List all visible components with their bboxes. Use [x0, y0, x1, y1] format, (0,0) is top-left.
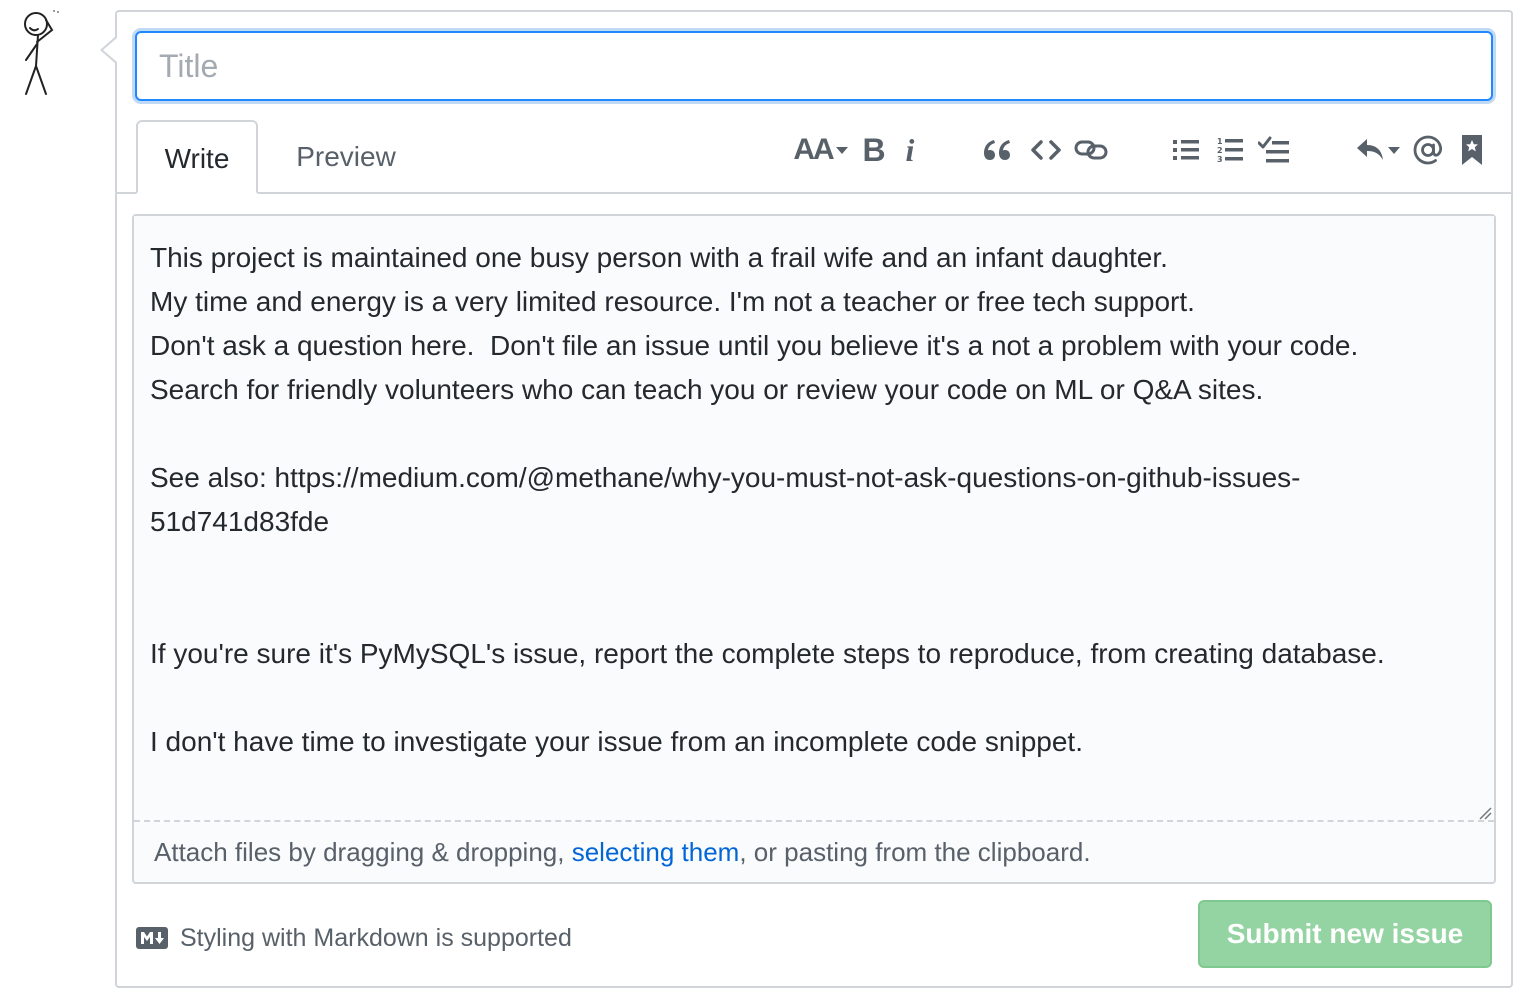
task-list-button[interactable] — [1256, 130, 1292, 170]
unordered-list-icon — [1173, 140, 1199, 160]
markdown-note-text: Styling with Markdown is supported — [180, 923, 572, 952]
bold-button[interactable]: B — [860, 130, 888, 170]
saved-reply-button[interactable] — [1458, 130, 1486, 170]
header-button[interactable]: AA — [792, 130, 850, 170]
title-input[interactable] — [135, 31, 1493, 101]
svg-text:2: 2 — [1217, 146, 1223, 155]
tab-preview[interactable]: Preview — [272, 120, 420, 194]
quote-button[interactable] — [980, 130, 1014, 170]
bold-icon: B — [862, 131, 886, 168]
task-list-icon — [1258, 136, 1289, 163]
resize-handle-icon[interactable] — [1478, 806, 1492, 820]
header-icon: AA — [793, 133, 848, 167]
submit-new-issue-button[interactable]: Submit new issue — [1198, 900, 1492, 968]
tab-write[interactable]: Write — [136, 120, 258, 194]
bookmark-icon — [1462, 135, 1482, 165]
ordered-list-button[interactable]: 123 — [1214, 130, 1246, 170]
markdown-icon — [136, 927, 168, 949]
comment-editor: This project is maintained one busy pers… — [132, 214, 1496, 884]
attach-text-suffix: , or pasting from the clipboard. — [739, 837, 1091, 867]
quote-icon — [984, 140, 1010, 160]
link-icon — [1074, 140, 1108, 160]
italic-button[interactable]: i — [898, 130, 922, 170]
italic-icon: i — [905, 131, 915, 168]
ordered-list-icon: 123 — [1217, 137, 1243, 164]
code-icon — [1031, 140, 1061, 160]
markdown-note[interactable]: Styling with Markdown is supported — [136, 920, 572, 956]
mention-icon — [1413, 135, 1443, 165]
card-caret-fill — [103, 38, 117, 62]
selecting-them-link[interactable]: selecting them — [572, 837, 740, 867]
link-button[interactable] — [1072, 130, 1110, 170]
mention-button[interactable] — [1410, 130, 1446, 170]
svg-text:1: 1 — [1217, 137, 1223, 146]
code-button[interactable] — [1028, 130, 1064, 170]
unordered-list-button[interactable] — [1170, 130, 1202, 170]
attach-text-prefix: Attach files by dragging & dropping, — [154, 837, 572, 867]
attach-files-bar[interactable]: Attach files by dragging & dropping, sel… — [134, 820, 1494, 882]
reply-button[interactable] — [1354, 130, 1402, 170]
issue-body-textarea[interactable]: This project is maintained one busy pers… — [134, 216, 1494, 820]
avatar — [16, 8, 66, 100]
reply-icon — [1355, 136, 1401, 164]
svg-text:3: 3 — [1217, 155, 1223, 164]
